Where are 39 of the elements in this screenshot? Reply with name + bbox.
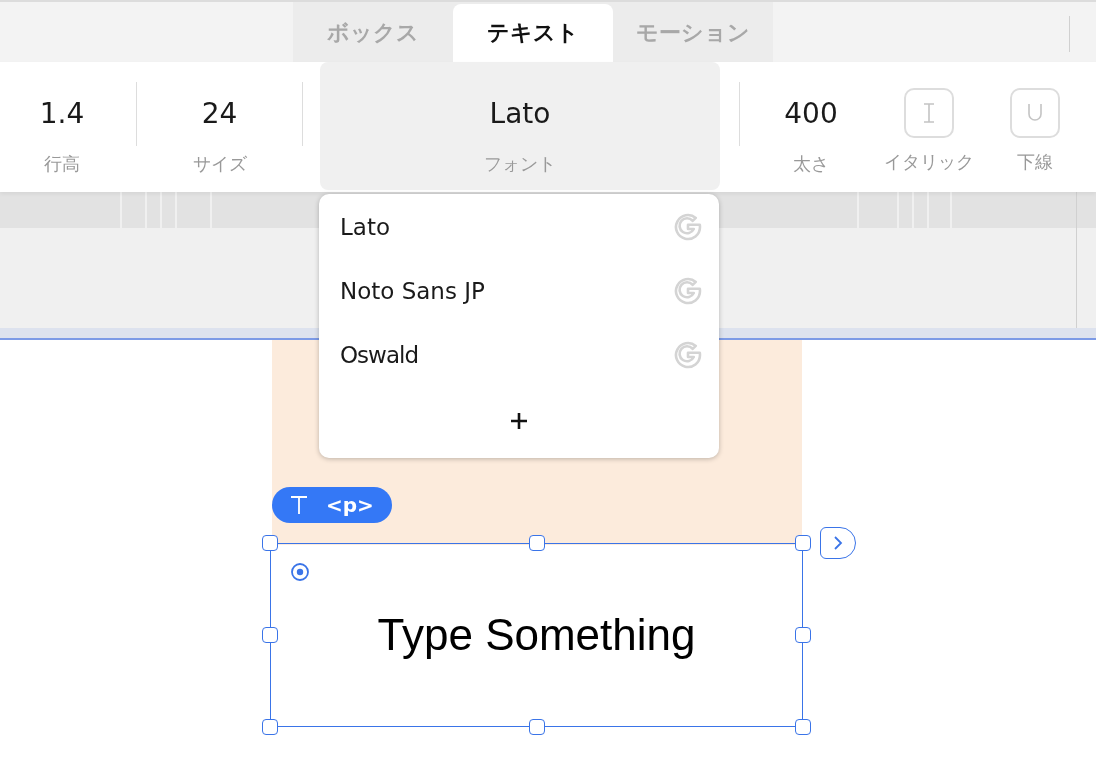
control-label: 下線 <box>1017 150 1053 174</box>
control-label: 行高 <box>44 152 80 176</box>
google-icon <box>673 212 703 242</box>
font-value: Lato <box>489 96 551 132</box>
italic-toggle[interactable] <box>904 88 954 138</box>
text-content[interactable]: Type Something <box>377 610 696 660</box>
underline-toggle[interactable] <box>1010 88 1060 138</box>
font-field[interactable]: Lato フォント <box>320 62 720 190</box>
target-icon <box>290 562 310 582</box>
resize-handle[interactable] <box>795 535 811 551</box>
control-label: サイズ <box>192 152 247 176</box>
font-option[interactable]: Oswald <box>319 323 719 387</box>
resize-handle[interactable] <box>262 535 278 551</box>
google-icon <box>673 276 703 306</box>
resize-handle[interactable] <box>262 627 278 643</box>
element-tag-badge[interactable]: <p> <box>272 487 392 523</box>
resize-handle[interactable] <box>795 627 811 643</box>
chevron-right-icon <box>833 536 843 550</box>
text-cursor-icon <box>921 102 937 124</box>
tab[interactable]: テキスト <box>453 4 613 62</box>
resize-handle[interactable] <box>795 719 811 735</box>
resize-handle[interactable] <box>528 719 545 735</box>
google-icon <box>673 340 703 370</box>
text-icon <box>290 495 308 515</box>
next-button[interactable] <box>820 527 856 559</box>
value-text[interactable]: 24 <box>201 96 238 132</box>
font-label: フォント <box>484 152 556 176</box>
underline-icon <box>1027 103 1043 123</box>
selection-frame[interactable]: Type Something <box>270 543 803 727</box>
control-label: イタリック <box>884 150 974 174</box>
font-option[interactable]: Lato <box>319 195 719 259</box>
tag-text: <p> <box>326 493 374 517</box>
value-text[interactable]: 400 <box>784 96 838 132</box>
plus-icon <box>509 411 529 431</box>
font-option[interactable]: Noto Sans JP <box>319 259 719 323</box>
resize-handle[interactable] <box>262 719 278 735</box>
resize-handle[interactable] <box>528 535 545 551</box>
control-label: 太さ <box>793 152 829 176</box>
value-text[interactable]: 1.4 <box>39 96 85 132</box>
